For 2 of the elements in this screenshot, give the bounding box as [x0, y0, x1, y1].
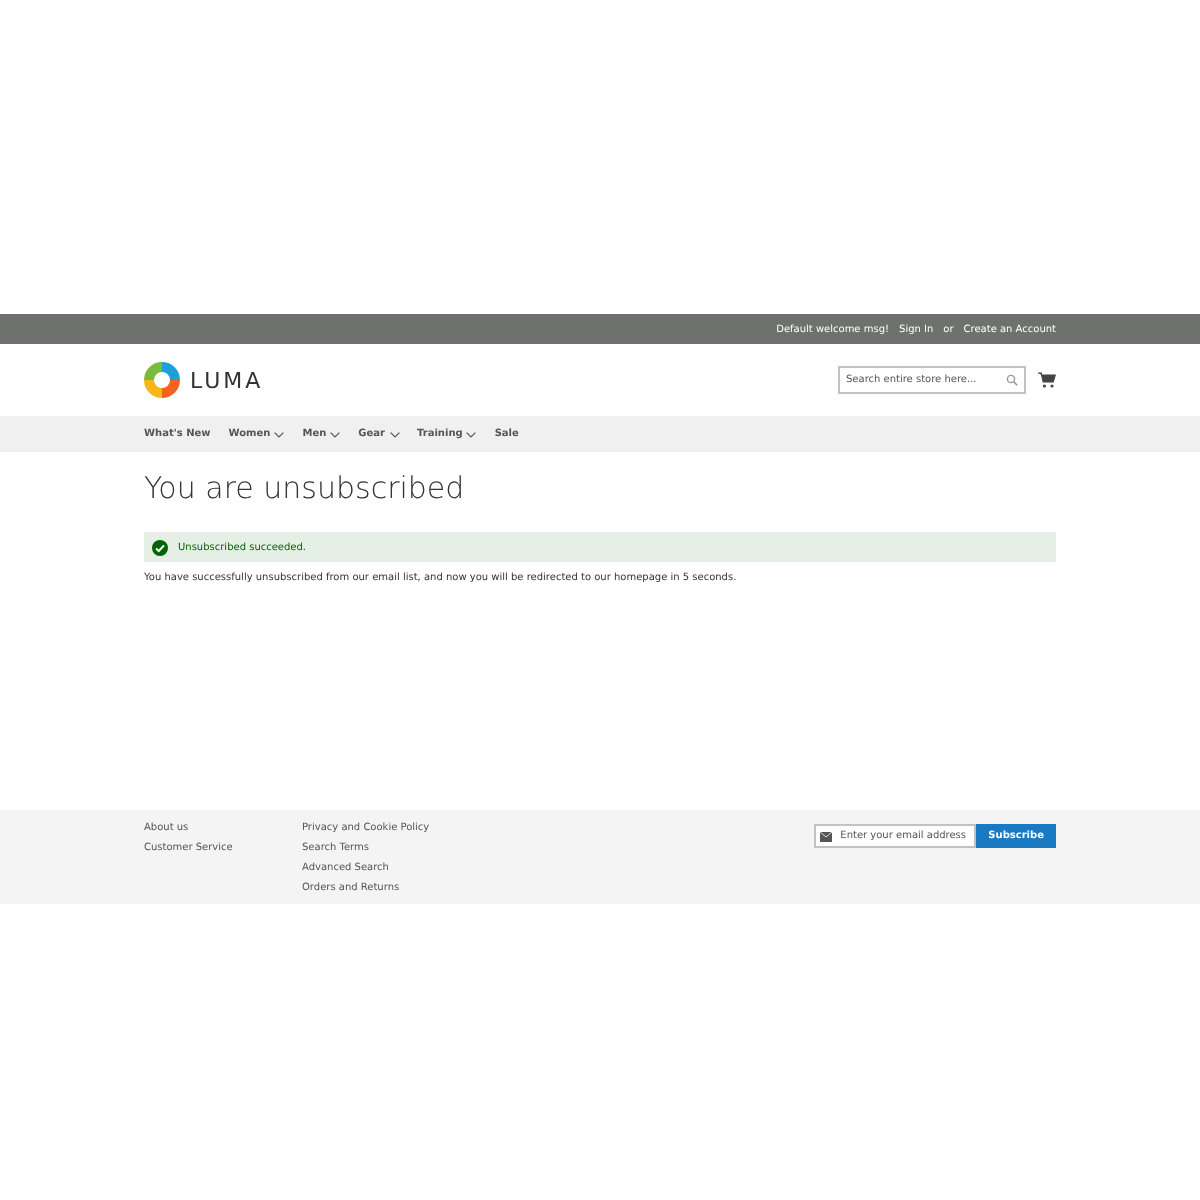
logo-text[interactable]: LUMA	[190, 367, 264, 393]
page-title: You are unsubscribed	[144, 470, 467, 506]
